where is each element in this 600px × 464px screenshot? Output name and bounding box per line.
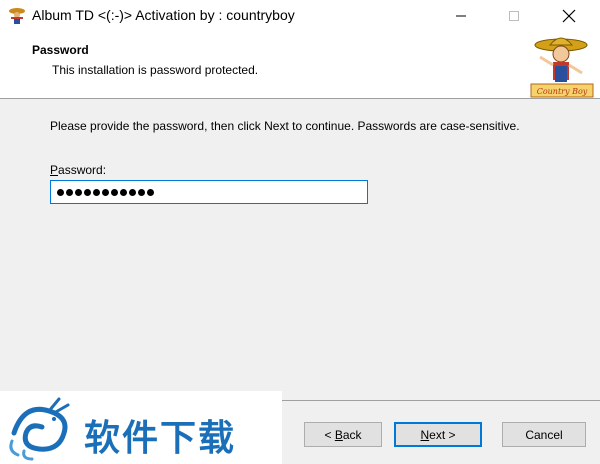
password-label-accesskey: P [50, 163, 59, 177]
next-label-accesskey: N [420, 427, 430, 442]
minimize-button[interactable] [438, 0, 484, 31]
password-mask-dot [138, 188, 145, 196]
next-label-rest: ext > [429, 427, 456, 442]
logo-text: Country Boy [537, 87, 588, 96]
password-label-rest: assword: [58, 163, 107, 177]
wizard-body: Please provide the password, then click … [0, 100, 600, 398]
brand-text: 软件下载 [84, 418, 237, 459]
password-mask-dot [75, 188, 82, 196]
close-button[interactable] [546, 0, 592, 31]
next-button[interactable]: Next > [394, 422, 482, 447]
maximize-button[interactable] [491, 0, 537, 31]
page-subtitle: This installation is password protected. [52, 63, 259, 77]
window-title: Album TD <(:-)> Activation by : countryb… [32, 7, 295, 23]
instruction-text: Please provide the password, then click … [50, 119, 520, 133]
title-bar[interactable]: Album TD <(:-)> Activation by : countryb… [0, 0, 600, 31]
watermark-brand: 软件下载 [0, 391, 282, 464]
password-mask-dot [120, 188, 127, 196]
password-mask-dot [111, 188, 118, 196]
installer-window: Album TD <(:-)> Activation by : countryb… [0, 0, 600, 464]
countryboy-logo: Country Boy [526, 33, 596, 99]
password-mask-dot [147, 188, 154, 196]
password-input[interactable] [50, 180, 368, 204]
back-label-prefix: < [324, 427, 335, 442]
page-title: Password [32, 43, 89, 57]
password-mask-dot [84, 188, 91, 196]
close-icon [562, 9, 576, 22]
cancel-button[interactable]: Cancel [502, 422, 586, 447]
password-mask-dot [66, 188, 73, 196]
dragon-logo-icon [9, 397, 70, 461]
password-mask-dot [102, 188, 109, 196]
password-label: Password: [50, 163, 106, 177]
wizard-header: Password This installation is password p… [0, 31, 600, 99]
back-label-accesskey: B [334, 427, 343, 442]
password-mask-dot [93, 188, 100, 196]
password-mask-dot [57, 188, 64, 196]
back-button[interactable]: < Back [304, 422, 382, 447]
app-icon [7, 6, 27, 26]
back-label-rest: ack [342, 427, 362, 442]
minimize-icon [456, 15, 466, 16]
maximize-icon [509, 10, 519, 21]
password-mask-dot [129, 188, 136, 196]
